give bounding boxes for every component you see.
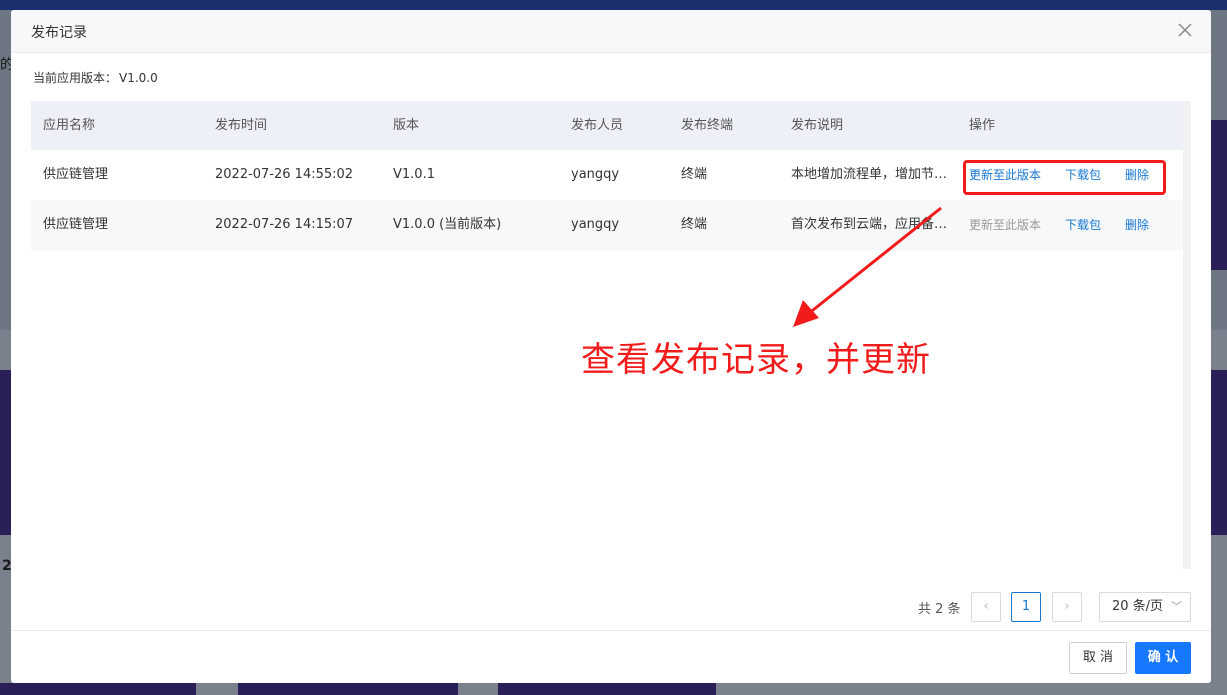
- dialog-header: 发布记录: [11, 10, 1211, 53]
- annotation-text: 查看发布记录，并更新: [581, 340, 931, 380]
- dialog-title: 发布记录: [31, 25, 87, 41]
- close-button[interactable]: [1173, 18, 1197, 42]
- current-version-info: 当前应用版本： V1.0.0: [31, 69, 158, 86]
- cell-terminal: 终端: [681, 217, 708, 232]
- column-header-version: 版本: [393, 118, 420, 133]
- background-top-bar: [0, 0, 1227, 10]
- next-page-button[interactable]: ›: [1052, 592, 1082, 622]
- cell-publisher: yangqy: [571, 167, 620, 182]
- cell-version: V1.0.1: [393, 167, 435, 182]
- column-header-description: 发布说明: [791, 118, 844, 133]
- page-size-select[interactable]: 20 条/页 ﹀: [1099, 592, 1191, 622]
- background-card-thumb: [1211, 370, 1227, 535]
- cell-app-name: 供应链管理: [43, 167, 109, 182]
- annotation-highlight-box: [963, 160, 1166, 195]
- table-row: 供应链管理 2022-07-26 14:15:07 V1.0.0 (当前版本) …: [31, 200, 1185, 250]
- column-header-time: 发布时间: [215, 118, 268, 133]
- table-scrollbar[interactable]: [1183, 101, 1191, 569]
- background-card-thumb: [238, 683, 458, 695]
- column-header-terminal: 发布终端: [681, 118, 734, 133]
- footer-divider: [11, 630, 1211, 631]
- background-card-thumb: [0, 683, 196, 695]
- cell-terminal: 终端: [681, 167, 708, 182]
- close-icon: [1178, 23, 1192, 37]
- current-version-value: V1.0.0: [119, 71, 158, 85]
- chevron-left-icon: ‹: [983, 599, 989, 614]
- table-header: 应用名称 发布时间 版本 发布人员 发布终端 发布说明 操作: [31, 101, 1185, 150]
- column-header-actions: 操作: [969, 118, 996, 133]
- background-card-thumb: [498, 683, 716, 695]
- current-version-label: 当前应用版本：: [33, 71, 118, 85]
- chevron-down-icon: ﹀: [1171, 600, 1182, 613]
- delete-link[interactable]: 删除: [1125, 200, 1149, 250]
- download-package-link[interactable]: 下载包: [1065, 200, 1101, 250]
- cell-time: 2022-07-26 14:55:02: [215, 167, 354, 182]
- column-header-app-name: 应用名称: [43, 118, 96, 133]
- chevron-right-icon: ›: [1064, 599, 1070, 614]
- cell-description: 本地增加流程单，增加节…: [791, 167, 948, 182]
- column-header-publisher: 发布人员: [571, 118, 624, 133]
- cell-publisher: yangqy: [571, 217, 620, 232]
- background-card-thumb: [0, 370, 11, 535]
- cell-time: 2022-07-26 14:15:07: [215, 217, 354, 232]
- pagination-total: 共 2 条: [918, 602, 961, 617]
- cell-version: V1.0.0 (当前版本): [393, 217, 502, 232]
- background-card-thumb: [1211, 120, 1227, 270]
- page-number-button[interactable]: 1: [1011, 592, 1041, 622]
- page-size-value: 20 条/页: [1112, 599, 1164, 614]
- confirm-button[interactable]: 确 认: [1135, 642, 1191, 674]
- cancel-button[interactable]: 取 消: [1069, 642, 1127, 674]
- update-to-version-link-disabled: 更新至此版本: [969, 218, 1042, 232]
- prev-page-button[interactable]: ‹: [971, 592, 1001, 622]
- publish-records-dialog: 发布记录 当前应用版本： V1.0.0 应用名称 发布时间 版本 发布人员 发布终…: [11, 10, 1211, 683]
- annotation-arrow-icon: [793, 206, 942, 327]
- cell-app-name: 供应链管理: [43, 217, 109, 232]
